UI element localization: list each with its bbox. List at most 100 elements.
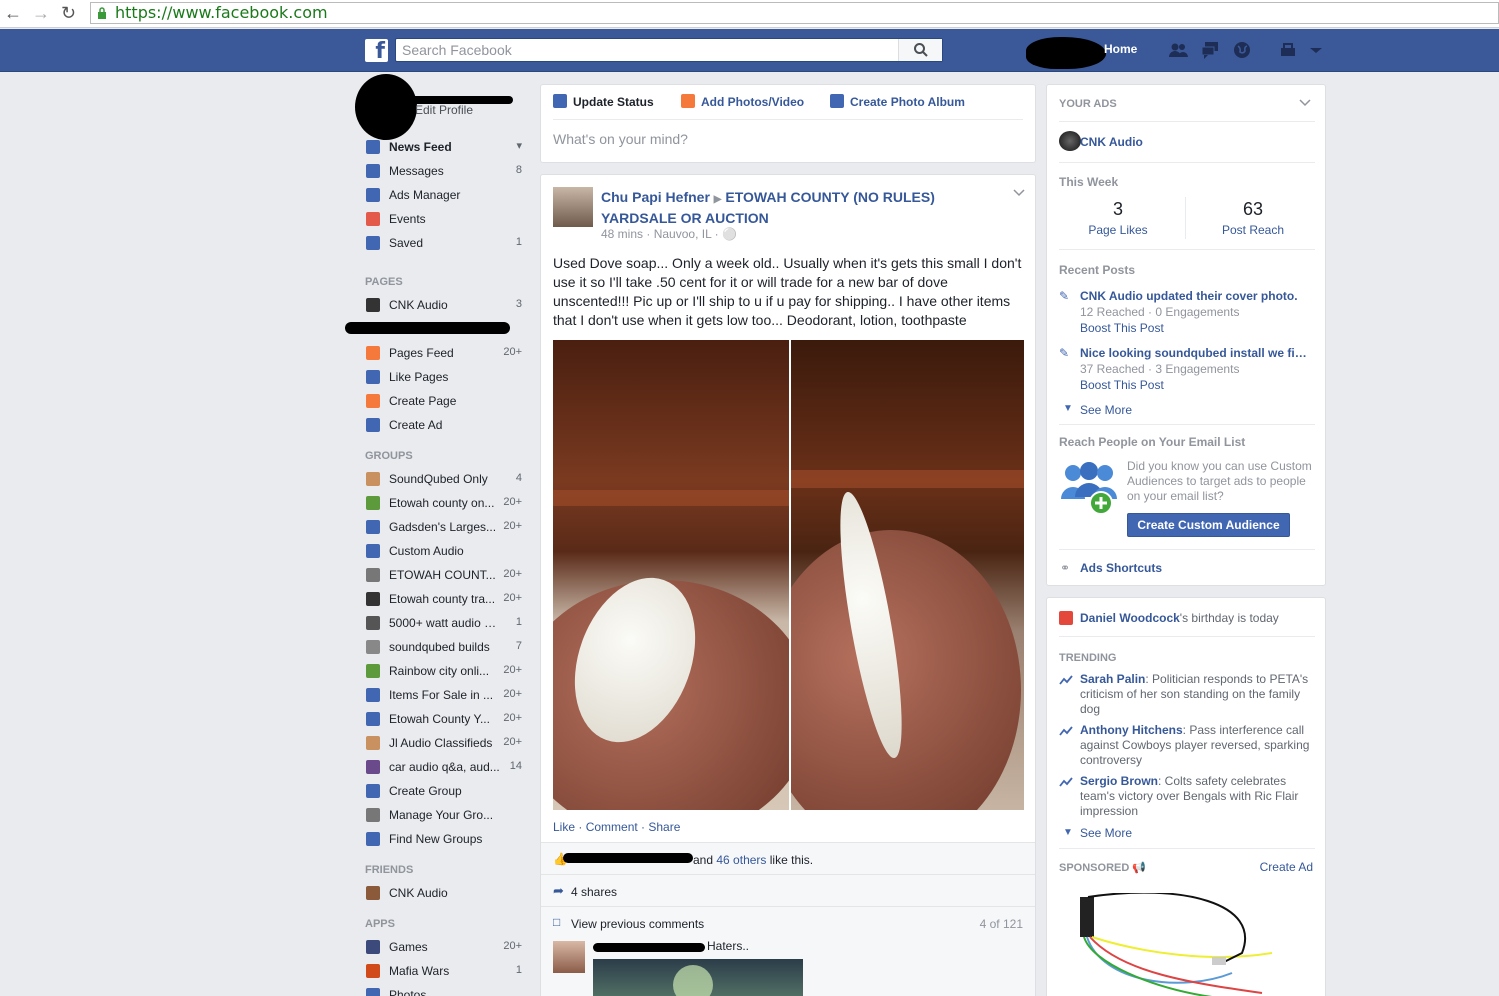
sidebar-item[interactable]: Jl Audio Classifieds 20+ <box>363 733 528 753</box>
messages-icon[interactable] <box>1200 40 1220 60</box>
page-likes-number: 3 <box>1112 199 1123 219</box>
sidebar-item[interactable]: Etowah County Y... 20+ <box>363 709 528 729</box>
sidebar-item[interactable]: Messages 8 <box>363 161 528 181</box>
boost-post-link[interactable]: Boost This Post <box>1080 378 1164 392</box>
sponsored-ad-image[interactable] <box>1062 893 1277 996</box>
sidebar-item[interactable]: Custom Audio <box>363 541 528 561</box>
sidebar-item-label: Etowah county on... <box>389 496 495 510</box>
sidebar-item[interactable]: CNK Audio <box>363 883 528 903</box>
sidebar-item[interactable]: Mafia Wars 1 <box>363 961 528 981</box>
sidebar-item-icon <box>366 236 380 250</box>
sidebar-item[interactable]: Create Ad <box>363 415 528 435</box>
sidebar-item-icon <box>366 988 380 996</box>
comment-link[interactable]: Comment <box>586 820 638 834</box>
sidebar-item-label: CNK Audio <box>389 298 448 312</box>
sidebar-item[interactable]: soundqubed builds 7 <box>363 637 528 657</box>
like-link[interactable]: Like <box>553 820 575 834</box>
sidebar-item[interactable]: SoundQubed Only 4 <box>363 469 528 489</box>
post-author-link[interactable]: Chu Papi Hefner <box>601 189 710 205</box>
tab-create-album[interactable]: Create Photo Album <box>830 94 965 109</box>
sidebar-item[interactable]: Gadsden's Larges... 20+ <box>363 517 528 537</box>
sidebar-item-icon <box>366 212 380 226</box>
trend-item[interactable]: Sergio Brown: Colts safety celebrates te… <box>1080 774 1316 819</box>
collapse-chevron-down-icon[interactable] <box>1299 99 1311 107</box>
trend-see-more-link[interactable]: See More <box>1080 826 1132 840</box>
sidebar-item[interactable]: Items For Sale in ... 20+ <box>363 685 528 705</box>
privacy-shortcuts-icon[interactable] <box>1278 40 1298 60</box>
sidebar-item[interactable]: ETOWAH COUNT... 20+ <box>363 565 528 585</box>
sidebar-item-count: 3 <box>515 298 522 310</box>
post-time[interactable]: 48 mins <box>601 227 643 241</box>
share-link[interactable]: Share <box>648 820 680 834</box>
stats-divider <box>1185 197 1186 239</box>
commenter-avatar[interactable] <box>553 941 585 973</box>
post-reach-link[interactable]: Post Reach <box>1203 223 1303 237</box>
sidebar-item-icon <box>366 418 380 432</box>
sidebar-item[interactable]: Manage Your Gro... <box>363 805 528 825</box>
shares-link[interactable]: 4 shares <box>571 885 617 899</box>
sidebar-item[interactable]: News Feed ▾ <box>363 137 528 157</box>
home-link[interactable]: Home <box>1104 42 1137 56</box>
sidebar-item[interactable]: Like Pages <box>363 367 528 387</box>
ads-shortcuts-link[interactable]: Ads Shortcuts <box>1080 561 1312 575</box>
sidebar-item-count: 14 <box>509 760 522 772</box>
create-custom-audience-button[interactable]: Create Custom Audience <box>1127 513 1290 537</box>
post-text: Used Dove soap... Only a week old.. Usua… <box>553 255 1022 328</box>
top-header: f Home <box>0 29 1499 72</box>
post-photo[interactable] <box>791 340 1024 810</box>
post-author-avatar[interactable] <box>553 187 593 227</box>
sidebar-item[interactable]: CNK Audio 3 <box>363 295 528 315</box>
see-more-link[interactable]: See More <box>1080 403 1132 417</box>
post-location[interactable]: Nauvoo, IL <box>654 227 712 241</box>
trend-item[interactable]: Anthony Hitchens: Pass interference call… <box>1080 723 1316 768</box>
sidebar-item-label: Games <box>389 940 428 954</box>
search-input[interactable] <box>396 39 901 61</box>
groups-section-header: GROUPS <box>365 450 413 462</box>
logo-letter: f <box>375 39 385 64</box>
facebook-logo-icon[interactable]: f <box>365 39 388 64</box>
sidebar-item[interactable]: 5000+ watt audio cl... 1 <box>363 613 528 633</box>
recent-post-title[interactable]: CNK Audio updated their cover photo. <box>1080 289 1312 303</box>
sidebar-item[interactable]: Create Group <box>363 781 528 801</box>
birthday-person-link[interactable]: Daniel Woodcock <box>1080 611 1180 625</box>
sidebar-item[interactable]: Etowah county tra... 20+ <box>363 589 528 609</box>
news-feed-chevron-down-icon[interactable]: ▾ <box>516 139 522 152</box>
friend-requests-icon[interactable] <box>1168 40 1188 60</box>
account-menu-chevron-down-icon[interactable] <box>1306 40 1326 60</box>
page-likes-link[interactable]: Page Likes <box>1068 223 1168 237</box>
composer-input[interactable]: What's on your mind? <box>553 131 688 147</box>
reload-icon[interactable]: ↻ <box>61 3 76 23</box>
sidebar-item-icon <box>366 832 380 846</box>
sidebar-item[interactable]: Ads Manager <box>363 185 528 205</box>
sidebar-item[interactable]: Photos <box>363 985 528 996</box>
likes-others-link[interactable]: 46 others <box>716 853 766 867</box>
sidebar-item[interactable]: Etowah county on... 20+ <box>363 493 528 513</box>
boost-post-link[interactable]: Boost This Post <box>1080 321 1164 335</box>
sidebar-item[interactable]: Events <box>363 209 528 229</box>
comment-photo[interactable] <box>593 959 803 996</box>
sidebar-item[interactable]: Pages Feed 20+ <box>363 343 528 363</box>
sidebar-item[interactable]: Games 20+ <box>363 937 528 957</box>
sidebar-item-icon <box>366 370 380 384</box>
sidebar-item-count: 20+ <box>503 688 522 700</box>
edit-profile-link[interactable]: Edit Profile <box>415 103 473 117</box>
tab-add-photos[interactable]: Add Photos/Video <box>681 94 804 109</box>
post-photo[interactable] <box>553 340 789 810</box>
sidebar-item[interactable]: Create Page <box>363 391 528 411</box>
sidebar-item[interactable]: Rainbow city onli... 20+ <box>363 661 528 681</box>
notifications-globe-icon[interactable] <box>1232 40 1252 60</box>
post-options-chevron-down-icon[interactable] <box>1013 189 1025 197</box>
forward-arrow-icon[interactable]: → <box>32 3 50 23</box>
search-button[interactable] <box>898 39 942 61</box>
sidebar-item[interactable]: Saved 1 <box>363 233 528 253</box>
recent-post-title[interactable]: Nice looking soundqubed install we fini.… <box>1080 346 1312 360</box>
sidebar-item[interactable]: Find New Groups <box>363 829 528 849</box>
view-previous-comments-link[interactable]: View previous comments <box>571 917 704 931</box>
ads-page-link[interactable]: CNK Audio <box>1080 135 1312 149</box>
trend-item[interactable]: Sarah Palin: Politician responds to PETA… <box>1080 672 1316 717</box>
sidebar-item[interactable]: car audio q&a, aud... 14 <box>363 757 528 777</box>
create-ad-link[interactable]: Create Ad <box>1260 860 1313 874</box>
address-bar[interactable]: https://www.facebook.com <box>90 2 1499 24</box>
tab-update-status[interactable]: Update Status <box>553 94 654 109</box>
back-arrow-icon[interactable]: ← <box>4 3 22 23</box>
